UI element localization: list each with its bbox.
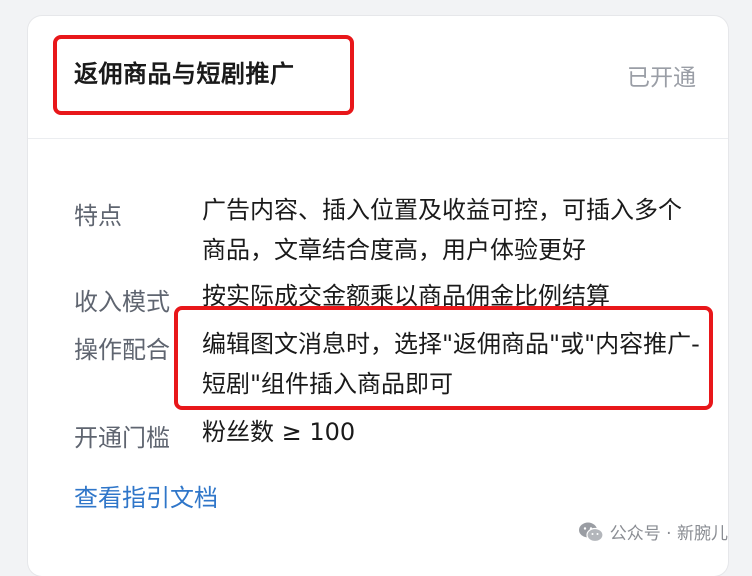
row-label-features: 特点 <box>74 202 122 230</box>
row-label-threshold: 开通门槛 <box>74 424 170 452</box>
row-value-features: 广告内容、插入位置及收益可控，可插入多个商品，文章结合度高，用户体验更好 <box>202 196 682 264</box>
watermark-text: 公众号 · 新腕儿 <box>609 524 728 544</box>
row-label-income-model: 收入模式 <box>74 288 170 316</box>
status-label: 已开通 <box>627 65 696 91</box>
title-highlight-box <box>53 35 354 115</box>
operation-highlight-box <box>174 306 713 410</box>
row-value-threshold: 粉丝数 ≥ 100 <box>202 418 356 446</box>
wechat-icon <box>578 521 604 543</box>
watermark: 公众号 · 新腕儿 <box>578 519 728 544</box>
guide-doc-link[interactable]: 查看指引文档 <box>74 478 218 513</box>
row-label-operation: 操作配合 <box>74 336 170 364</box>
